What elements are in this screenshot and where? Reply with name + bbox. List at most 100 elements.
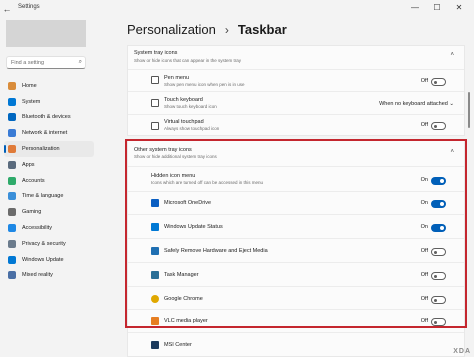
keyboard-icon — [151, 99, 159, 107]
brush-icon — [8, 145, 16, 154]
safely-remove-toggle[interactable] — [431, 248, 446, 256]
chevron-down-icon: ⌄ — [449, 101, 454, 107]
google-chrome-toggle[interactable] — [431, 296, 446, 304]
clock-icon — [8, 192, 16, 201]
row-subtitle: Always show touchpad icon — [164, 126, 220, 131]
title-bar: ← Settings — ☐ ✕ — [0, 0, 474, 18]
touch-keyboard-row: Touch keyboard Show touch keyboard icon … — [128, 91, 464, 114]
system-tray-header[interactable]: System tray icons Show or hide icons tha… — [128, 46, 464, 69]
row-title: Virtual touchpad — [164, 119, 204, 125]
touch-keyboard-dropdown[interactable]: When no keyboard attached ⌄ — [379, 101, 454, 107]
section-title: Other system tray icons — [134, 147, 192, 153]
toggle-state-label: Off — [420, 78, 428, 84]
toggle-state-label: On — [420, 177, 428, 183]
sidebar-item-personalization[interactable]: Personalization — [4, 141, 94, 157]
dropdown-value: When no keyboard attached — [379, 101, 448, 107]
pen-icon — [151, 76, 159, 84]
watermark-logo: XDA — [453, 348, 471, 355]
back-arrow-icon[interactable]: ← — [2, 2, 12, 16]
minimize-button[interactable]: — — [408, 2, 422, 14]
maximize-button[interactable]: ☐ — [430, 2, 444, 14]
row-subtitle: Show pen menu icon when pen is in use — [164, 82, 245, 87]
sidebar-item-label: Time & language — [22, 193, 64, 200]
chevron-up-icon[interactable]: ˄ — [450, 149, 454, 155]
row-title: Hidden icon menu — [151, 173, 196, 179]
sidebar-item-label: Gaming — [22, 209, 42, 216]
toggle-state-label: Off — [420, 122, 428, 128]
breadcrumb: Personalization › Taskbar — [127, 22, 287, 37]
msi-icon — [151, 341, 159, 349]
bluetooth-icon — [8, 113, 16, 122]
onedrive-row: Microsoft OneDrive On — [128, 191, 464, 214]
sidebar-item-label: Network & internet — [22, 130, 68, 137]
breadcrumb-parent[interactable]: Personalization — [127, 22, 216, 37]
gaming-icon — [8, 208, 16, 217]
onedrive-toggle[interactable] — [431, 200, 446, 208]
system-icon — [8, 97, 16, 106]
hidden-icon-menu-toggle[interactable] — [431, 177, 446, 185]
google-chrome-row: Google Chrome Off — [128, 286, 464, 309]
other-tray-header[interactable]: Other system tray icons Show or hide add… — [128, 141, 464, 166]
section-subtitle: Show or hide icons that can appear in th… — [134, 58, 242, 63]
sidebar-item-mixed-reality[interactable]: Mixed reality — [4, 268, 94, 284]
search-input[interactable]: Find a setting ⌕ — [6, 56, 86, 69]
row-title: Pen menu — [164, 75, 190, 81]
task-manager-row: Task Manager Off — [128, 262, 464, 286]
row-title: VLC media player — [164, 318, 208, 324]
row-subtitle: Icons which are turned off can be access… — [151, 180, 263, 185]
vlc-icon — [151, 317, 159, 325]
sidebar-item-windows-update[interactable]: Windows Update — [4, 252, 94, 268]
home-icon — [8, 81, 16, 90]
msi-center-row: MSI Center — [128, 332, 464, 356]
windows-update-status-toggle[interactable] — [431, 224, 446, 232]
sidebar-item-privacy[interactable]: Privacy & security — [4, 236, 94, 252]
scrollbar[interactable] — [468, 92, 470, 128]
row-subtitle: Show touch keyboard icon — [164, 104, 217, 109]
onedrive-icon — [151, 199, 159, 207]
row-title: Windows Update Status — [164, 224, 223, 230]
row-title: Task Manager — [164, 272, 199, 278]
usb-icon — [151, 247, 159, 255]
sidebar-item-gaming[interactable]: Gaming — [4, 204, 94, 220]
page-title: Taskbar — [237, 22, 287, 37]
search-icon[interactable]: ⌕ — [79, 59, 82, 66]
toggle-state-label: Off — [420, 296, 428, 302]
sidebar-item-apps[interactable]: Apps — [4, 157, 94, 173]
chevron-up-icon[interactable]: ˄ — [450, 52, 454, 58]
sidebar-nav: Home System Bluetooth & devices Network … — [4, 78, 94, 283]
row-title: Touch keyboard — [164, 97, 203, 103]
update-icon — [8, 255, 16, 264]
user-profile-card[interactable] — [6, 20, 86, 47]
touchpad-icon — [151, 122, 159, 130]
sidebar-item-home[interactable]: Home — [4, 78, 94, 94]
sidebar-item-accessibility[interactable]: Accessibility — [4, 220, 94, 236]
sidebar-item-label: Apps — [22, 161, 35, 168]
virtual-touchpad-row: Virtual touchpad Always show touchpad ic… — [128, 114, 464, 136]
sidebar-item-label: System — [22, 98, 41, 105]
pen-menu-toggle[interactable] — [431, 78, 446, 86]
sidebar-item-bluetooth[interactable]: Bluetooth & devices — [4, 110, 94, 126]
sidebar-item-accounts[interactable]: Accounts — [4, 173, 94, 189]
chevron-right-icon: › — [224, 22, 229, 37]
apps-icon — [8, 160, 16, 169]
close-button[interactable]: ✕ — [452, 2, 466, 14]
toggle-state-label: On — [420, 200, 428, 206]
task-manager-icon — [151, 271, 159, 279]
task-manager-toggle[interactable] — [431, 272, 446, 280]
sidebar-item-system[interactable]: System — [4, 94, 94, 110]
sidebar-item-label: Privacy & security — [22, 240, 66, 247]
hidden-icon-menu-row: Hidden icon menu Icons which are turned … — [128, 166, 464, 191]
toggle-state-label: Off — [420, 318, 428, 324]
vlc-toggle[interactable] — [431, 318, 446, 326]
window-title: Settings — [18, 4, 40, 10]
sidebar-item-network[interactable]: Network & internet — [4, 125, 94, 141]
sidebar-item-label: Bluetooth & devices — [22, 114, 71, 121]
virtual-touchpad-toggle[interactable] — [431, 122, 446, 130]
row-title: MSI Center — [164, 342, 192, 348]
sidebar-item-label: Mixed reality — [22, 272, 53, 279]
sidebar-item-time-language[interactable]: Time & language — [4, 189, 94, 205]
pen-menu-row: Pen menu Show pen menu icon when pen is … — [128, 69, 464, 91]
network-icon — [8, 129, 16, 138]
vlc-row: VLC media player Off — [128, 309, 464, 332]
sidebar-item-label: Windows Update — [22, 256, 64, 263]
